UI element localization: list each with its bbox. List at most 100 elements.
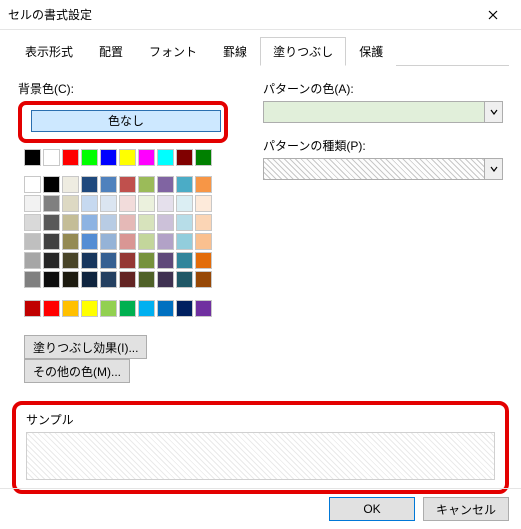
tab-5[interactable]: 保護: [346, 37, 396, 66]
color-swatch[interactable]: [195, 252, 212, 269]
color-swatch[interactable]: [43, 233, 60, 250]
color-swatch[interactable]: [119, 252, 136, 269]
color-swatch[interactable]: [24, 195, 41, 212]
color-swatch[interactable]: [62, 233, 79, 250]
pattern-color-arrow[interactable]: [485, 101, 503, 123]
color-swatch[interactable]: [100, 233, 117, 250]
color-swatch[interactable]: [100, 195, 117, 212]
color-swatch[interactable]: [81, 176, 98, 193]
color-swatch[interactable]: [119, 195, 136, 212]
color-swatch[interactable]: [62, 271, 79, 288]
color-swatch[interactable]: [100, 214, 117, 231]
color-swatch[interactable]: [157, 149, 174, 166]
color-swatch[interactable]: [119, 214, 136, 231]
color-swatch[interactable]: [195, 195, 212, 212]
color-swatch[interactable]: [138, 195, 155, 212]
color-swatch[interactable]: [81, 195, 98, 212]
color-swatch[interactable]: [119, 176, 136, 193]
color-swatch[interactable]: [62, 149, 79, 166]
color-swatch[interactable]: [138, 176, 155, 193]
color-swatch[interactable]: [157, 176, 174, 193]
close-button[interactable]: [473, 1, 513, 29]
pattern-type-arrow[interactable]: [485, 158, 503, 180]
color-swatch[interactable]: [81, 300, 98, 317]
color-swatch[interactable]: [157, 233, 174, 250]
color-swatch[interactable]: [43, 176, 60, 193]
color-swatch[interactable]: [176, 300, 193, 317]
color-swatch[interactable]: [100, 300, 117, 317]
color-swatch[interactable]: [100, 176, 117, 193]
color-swatch[interactable]: [176, 214, 193, 231]
color-swatch[interactable]: [176, 195, 193, 212]
color-swatch[interactable]: [100, 252, 117, 269]
color-swatch[interactable]: [100, 149, 117, 166]
color-swatch[interactable]: [24, 149, 41, 166]
tab-4[interactable]: 塗りつぶし: [260, 37, 346, 66]
right-column: パターンの色(A): パターンの種類(P):: [263, 80, 503, 383]
color-swatch[interactable]: [195, 271, 212, 288]
window-title: セルの書式設定: [8, 6, 473, 23]
fill-effects-button[interactable]: 塗りつぶし効果(I)...: [24, 335, 147, 359]
color-swatch[interactable]: [176, 252, 193, 269]
color-swatch[interactable]: [62, 176, 79, 193]
color-swatch[interactable]: [43, 271, 60, 288]
color-swatch[interactable]: [138, 271, 155, 288]
color-swatch[interactable]: [157, 300, 174, 317]
color-swatch[interactable]: [24, 252, 41, 269]
pattern-type-label: パターンの種類(P):: [263, 137, 503, 154]
color-swatch[interactable]: [24, 300, 41, 317]
tab-0[interactable]: 表示形式: [12, 37, 86, 66]
color-swatch[interactable]: [195, 176, 212, 193]
color-swatch[interactable]: [195, 233, 212, 250]
color-swatch[interactable]: [81, 271, 98, 288]
color-swatch[interactable]: [138, 149, 155, 166]
color-swatch[interactable]: [43, 214, 60, 231]
color-swatch[interactable]: [138, 214, 155, 231]
color-swatch[interactable]: [81, 252, 98, 269]
color-swatch[interactable]: [119, 149, 136, 166]
ok-button[interactable]: OK: [329, 497, 415, 521]
color-swatch[interactable]: [24, 176, 41, 193]
pattern-color-dropdown[interactable]: [263, 101, 503, 123]
color-swatch[interactable]: [62, 195, 79, 212]
color-swatch[interactable]: [119, 271, 136, 288]
color-swatch[interactable]: [195, 149, 212, 166]
color-swatch[interactable]: [195, 214, 212, 231]
color-swatch[interactable]: [176, 271, 193, 288]
color-swatch[interactable]: [138, 252, 155, 269]
color-swatch[interactable]: [24, 271, 41, 288]
color-swatch[interactable]: [195, 300, 212, 317]
color-swatch[interactable]: [24, 214, 41, 231]
color-swatch[interactable]: [119, 233, 136, 250]
color-swatch[interactable]: [62, 214, 79, 231]
color-swatch[interactable]: [176, 233, 193, 250]
more-colors-button[interactable]: その他の色(M)...: [24, 359, 130, 383]
color-swatch[interactable]: [138, 233, 155, 250]
color-swatch[interactable]: [43, 252, 60, 269]
pattern-type-dropdown[interactable]: [263, 158, 503, 180]
color-swatch[interactable]: [100, 271, 117, 288]
color-swatch[interactable]: [176, 149, 193, 166]
color-swatch[interactable]: [138, 300, 155, 317]
close-icon: [488, 10, 498, 20]
tab-3[interactable]: 罫線: [210, 37, 260, 66]
color-swatch[interactable]: [157, 252, 174, 269]
color-swatch[interactable]: [119, 300, 136, 317]
color-swatch[interactable]: [157, 271, 174, 288]
tab-1[interactable]: 配置: [86, 37, 136, 66]
color-swatch[interactable]: [81, 233, 98, 250]
color-swatch[interactable]: [81, 214, 98, 231]
cancel-button[interactable]: キャンセル: [423, 497, 509, 521]
color-swatch[interactable]: [176, 176, 193, 193]
no-color-button[interactable]: 色なし: [31, 110, 221, 132]
color-swatch[interactable]: [157, 195, 174, 212]
color-swatch[interactable]: [24, 233, 41, 250]
color-swatch[interactable]: [157, 214, 174, 231]
color-swatch[interactable]: [43, 195, 60, 212]
tab-2[interactable]: フォント: [136, 37, 210, 66]
color-swatch[interactable]: [81, 149, 98, 166]
color-swatch[interactable]: [62, 300, 79, 317]
color-swatch[interactable]: [62, 252, 79, 269]
color-swatch[interactable]: [43, 149, 60, 166]
color-swatch[interactable]: [43, 300, 60, 317]
